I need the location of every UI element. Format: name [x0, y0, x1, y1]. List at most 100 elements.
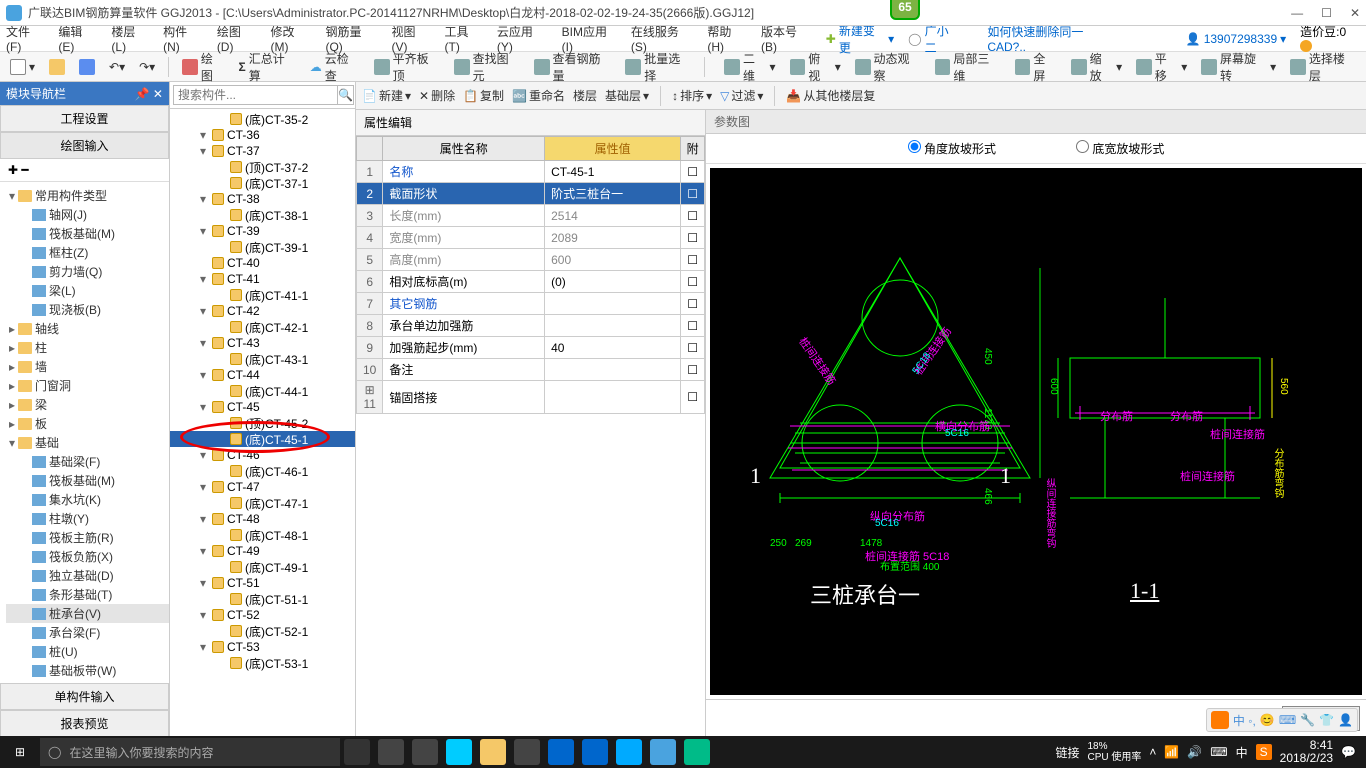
sogou-tb-icon[interactable]: S: [1256, 744, 1272, 760]
prop-row[interactable]: 1名称CT-45-1☐: [357, 161, 705, 183]
ct-node[interactable]: ▾CT-51: [170, 575, 355, 591]
ct-node[interactable]: (底)CT-47-1: [170, 495, 355, 511]
start-btn[interactable]: ⊞: [0, 745, 40, 759]
tray-kb[interactable]: ⌨: [1279, 713, 1296, 727]
prop-row[interactable]: ⊞ 11锚固搭接☐: [357, 381, 705, 414]
ct-node[interactable]: ▾CT-45: [170, 399, 355, 415]
search-btn[interactable]: 🔍: [338, 85, 354, 105]
undo-btn[interactable]: ↶▾: [105, 58, 129, 76]
ct-node[interactable]: (底)CT-49-1: [170, 559, 355, 575]
notif-icon[interactable]: 💬: [1341, 745, 1356, 759]
redo-btn[interactable]: ↷▾: [135, 58, 159, 76]
prop-row[interactable]: 6相对底标高(m)(0)☐: [357, 271, 705, 293]
cloud-check-btn[interactable]: ☁云检查: [306, 48, 364, 86]
open-btn[interactable]: [45, 57, 69, 77]
batch-sel-btn[interactable]: 批量选择: [621, 48, 695, 86]
expand-icon[interactable]: ✚: [8, 163, 18, 177]
store-icon[interactable]: [514, 739, 540, 765]
max-icon[interactable]: ☐: [1321, 6, 1332, 20]
tree-node[interactable]: 条形基础(T): [6, 585, 169, 604]
tree-node[interactable]: ▸轴线: [6, 319, 169, 338]
taskview-icon[interactable]: [344, 739, 370, 765]
app1-icon[interactable]: [378, 739, 404, 765]
mode-angle[interactable]: 角度放坡形式: [908, 140, 996, 157]
ct-node[interactable]: ▾CT-36: [170, 127, 355, 143]
close-icon[interactable]: ✕: [1350, 6, 1360, 20]
tray-user[interactable]: 👤: [1338, 713, 1353, 727]
ct-node[interactable]: ▾CT-37: [170, 143, 355, 159]
ct-node[interactable]: ▾CT-38: [170, 191, 355, 207]
tree-node[interactable]: 基础梁(F): [6, 452, 169, 471]
fullscr-btn[interactable]: 全屏: [1011, 48, 1061, 86]
component-tree[interactable]: (底)CT-35-2▾CT-36▾CT-37(顶)CT-37-2(底)CT-37…: [170, 109, 355, 737]
prop-row[interactable]: 3长度(mm)2514☐: [357, 205, 705, 227]
ct-node[interactable]: ▾CT-48: [170, 511, 355, 527]
topview-btn[interactable]: 俯视▾: [786, 48, 845, 86]
tree-node[interactable]: 筏板主筋(R): [6, 528, 169, 547]
tray-shirt[interactable]: 👕: [1319, 713, 1334, 727]
tree-node[interactable]: ▸板: [6, 414, 169, 433]
collapse-icon[interactable]: ━: [21, 163, 28, 177]
menu-floor[interactable]: 楼层(L): [111, 23, 149, 54]
tree-node[interactable]: 框柱(Z): [6, 243, 169, 262]
draw-btn[interactable]: 绘图: [178, 48, 228, 86]
tab-project[interactable]: 工程设置: [0, 105, 169, 132]
tab-draw[interactable]: 绘图输入: [0, 132, 169, 159]
tree-node[interactable]: ▸梁: [6, 395, 169, 414]
flat-top-btn[interactable]: 平齐板顶: [370, 48, 444, 86]
phone-link[interactable]: 👤13907298339▾: [1186, 32, 1286, 46]
nav-tree[interactable]: ▾常用构件类型轴网(J)筏板基础(M)框柱(Z)剪力墙(Q)梁(L)现浇板(B)…: [0, 182, 169, 683]
ime-icon[interactable]: ⌨: [1210, 745, 1227, 759]
tab-report[interactable]: 报表预览: [0, 710, 169, 737]
ct-node[interactable]: (底)CT-48-1: [170, 527, 355, 543]
tray-tool[interactable]: 🔧: [1300, 713, 1315, 727]
ct-node[interactable]: (底)CT-51-1: [170, 591, 355, 607]
menu-file[interactable]: 文件(F): [6, 23, 44, 54]
tree-node[interactable]: 柱墩(Y): [6, 509, 169, 528]
menu-edit[interactable]: 编辑(E): [58, 23, 97, 54]
vol-icon[interactable]: 🔊: [1187, 745, 1202, 759]
ct-node[interactable]: ▾CT-39: [170, 223, 355, 239]
tree-node[interactable]: 轴网(J): [6, 205, 169, 224]
prop-row[interactable]: 9加强筋起步(mm)40☐: [357, 337, 705, 359]
sogou-icon[interactable]: [1211, 711, 1229, 729]
selfloor-btn[interactable]: 选择楼层: [1286, 48, 1360, 86]
app2-icon[interactable]: [412, 739, 438, 765]
save-btn[interactable]: [75, 57, 99, 77]
search-input[interactable]: [173, 85, 338, 105]
tray-up[interactable]: ˄: [1149, 745, 1156, 759]
tree-node[interactable]: 筏板基础(M): [6, 471, 169, 490]
tree-node[interactable]: 集水坑(K): [6, 490, 169, 509]
qq-icon[interactable]: [616, 739, 642, 765]
tree-node[interactable]: 桩承台(V): [6, 604, 169, 623]
prop-row[interactable]: 7其它钢筋☐: [357, 293, 705, 315]
ie-icon[interactable]: [548, 739, 574, 765]
word-icon[interactable]: [582, 739, 608, 765]
ct-node[interactable]: ▾CT-47: [170, 479, 355, 495]
folder-icon[interactable]: [480, 739, 506, 765]
mode-width[interactable]: 底宽放坡形式: [1076, 140, 1164, 157]
tray-ime[interactable]: 中 ◦,: [1233, 712, 1256, 729]
ct-node[interactable]: ▾CT-41: [170, 271, 355, 287]
prop-tab[interactable]: 属性编辑: [356, 110, 705, 136]
tray-emoji[interactable]: 😊: [1260, 713, 1275, 727]
prop-table[interactable]: 属性名称属性值附 1名称CT-45-1☐2截面形状阶式三桩台一☐3长度(mm)2…: [356, 136, 705, 737]
ct-node[interactable]: (底)CT-42-1: [170, 319, 355, 335]
scrrot-btn[interactable]: 屏幕旋转▾: [1197, 48, 1280, 86]
tree-node[interactable]: 独立基础(D): [6, 566, 169, 585]
app3-icon[interactable]: [684, 739, 710, 765]
prop-row[interactable]: 10备注☐: [357, 359, 705, 381]
tree-node[interactable]: 筏板基础(M): [6, 224, 169, 243]
ct-node[interactable]: ▾CT-53: [170, 639, 355, 655]
2d-btn[interactable]: 二维▾: [720, 48, 779, 86]
ct-node[interactable]: ▾CT-42: [170, 303, 355, 319]
ct-node[interactable]: (顶)CT-37-2: [170, 159, 355, 175]
ct-node[interactable]: ▾CT-49: [170, 543, 355, 559]
min-icon[interactable]: —: [1291, 6, 1303, 20]
ct-node[interactable]: ▾CT-44: [170, 367, 355, 383]
pan-btn[interactable]: 平移▾: [1132, 48, 1191, 86]
ct-node[interactable]: (底)CT-38-1: [170, 207, 355, 223]
tree-node[interactable]: ▸墙: [6, 357, 169, 376]
copy-floor-btn[interactable]: 📥从其他楼层复: [786, 87, 875, 104]
tree-node[interactable]: 基础板带(W): [6, 661, 169, 680]
